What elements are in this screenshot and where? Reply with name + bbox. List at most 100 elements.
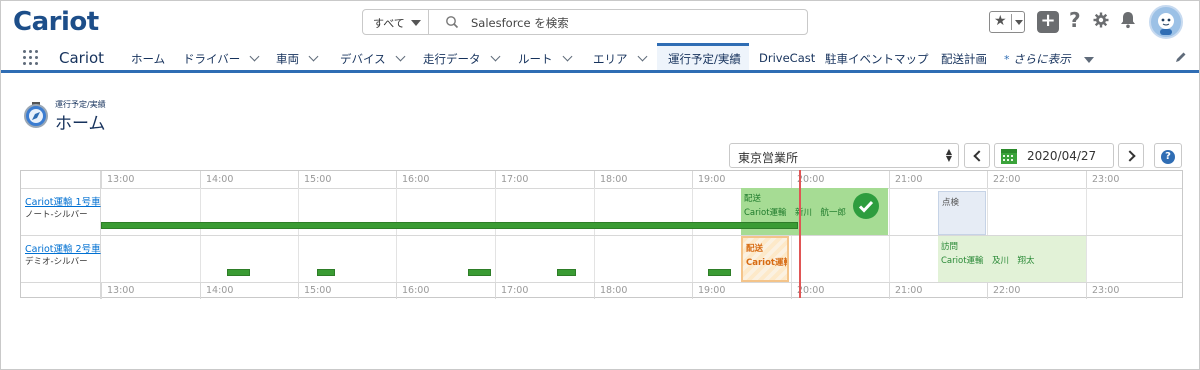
driving-track-bar [317,269,335,276]
more-indicator: * [1004,53,1010,66]
schedule-block-delivery[interactable]: 配送 Cariot運輸 [741,236,789,282]
driving-track-bar [557,269,576,276]
block-detail: Cariot運輸 [746,258,789,268]
global-search[interactable]: すべて Salesforce を検索 [362,9,808,35]
search-input[interactable]: Salesforce を検索 [471,15,569,31]
schedule-block-inspection[interactable]: 点検 [938,191,986,235]
hour-label: 23:00 [1086,171,1182,188]
next-day-button[interactable] [1118,143,1144,168]
header-corner [21,171,101,188]
astro-avatar-icon [1158,13,1174,35]
prev-day-button[interactable] [964,143,990,168]
more-label: さらに表示 [1013,52,1071,66]
vehicle-link[interactable]: Cariot運輸 1号車 [25,194,101,208]
nav-tab-label: 車両 [276,52,299,66]
office-select-value: 東京営業所 [738,151,799,165]
app-window: Cariot すべて Salesforce を検索 ★ + ? Cariot ホ… [0,0,1200,370]
hour-label: 19:00 [692,171,791,188]
nav-tab-areas[interactable]: エリア [593,43,647,70]
hour-label: 18:00 [594,282,692,299]
nav-tab-drivers[interactable]: ドライバー [183,43,260,70]
driving-track-bar [468,269,491,276]
divider [21,188,1182,189]
operation-timeline: 13:00 14:00 15:00 16:00 17:00 18:00 19:0… [20,170,1183,299]
chevron-down-icon[interactable] [637,51,647,62]
global-header: Cariot すべて Salesforce を検索 ★ + ? [1,1,1199,43]
cariot-logo[interactable]: Cariot [13,7,99,37]
hour-header-top: 13:00 14:00 15:00 16:00 17:00 18:00 19:0… [21,171,1182,188]
pencil-icon[interactable] [1175,51,1187,63]
hour-label: 19:00 [692,282,791,299]
nav-tab-drivecast[interactable]: DriveCast [759,43,815,70]
vehicle-link[interactable]: Cariot運輸 2号車 [25,241,101,255]
date-value: 2020/04/27 [1027,149,1097,163]
help-icon[interactable]: ? [1069,8,1081,32]
hour-label: 23:00 [1086,282,1182,299]
caret-down-icon[interactable] [1015,20,1023,25]
nav-tab-vehicles[interactable]: 車両 [276,43,319,70]
nav-tab-home[interactable]: ホーム [131,43,165,70]
nav-tab-routes[interactable]: ルート [518,43,572,70]
driving-track-bar [708,269,731,276]
nav-tab-label: 配送計画 [941,52,987,66]
chevron-down-icon[interactable] [562,51,572,62]
nav-tab-parking-event-map[interactable]: 駐車イベントマップ [825,43,929,70]
calendar-icon[interactable] [1000,147,1018,165]
checkmark-icon [853,193,879,219]
chevron-down-icon[interactable] [308,51,319,62]
nav-tab-label: 駐車イベントマップ [825,52,929,66]
chevron-down-icon[interactable] [395,51,406,62]
chevron-down-icon[interactable] [249,51,260,62]
timeline-help-button[interactable]: ? [1154,143,1182,168]
nav-tab-devices[interactable]: デバイス [340,43,406,70]
app-launcher-icon[interactable] [23,50,39,66]
caret-down-icon [1084,57,1095,63]
hour-label: 16:00 [396,282,495,299]
nav-tab-label: DriveCast [759,51,816,65]
block-title: 点検 [942,198,960,208]
chevron-left-icon [972,150,985,162]
schedule-block-visit[interactable]: 訪問 Cariot運輸 及川 翔太 [938,236,1086,282]
nav-tab-delivery-plan[interactable]: 配送計画 [941,43,987,70]
date-picker[interactable]: 2020/04/27 [994,143,1114,168]
driving-track-bar [227,269,250,276]
hour-label: 15:00 [298,282,396,299]
vehicle-model: デミオ-シルバー [25,257,88,267]
caret-down-icon [411,20,421,26]
hour-label: 22:00 [987,282,1086,299]
search-icon [446,16,459,29]
header-utility-icons: ★ + ? [979,5,1199,39]
star-icon: ★ [994,13,1007,29]
nav-tab-label: 走行データ [423,52,481,66]
header-corner [21,282,101,299]
hour-label: 18:00 [594,171,692,188]
chevron-down-icon[interactable] [490,51,500,62]
updown-arrow-icon: ▲ ▼ [945,147,952,163]
nav-tab-label: デバイス [340,52,386,66]
nav-tab-operation-schedule[interactable]: 運行予定/実績 [657,43,749,70]
hour-label: 13:00 [101,282,200,299]
hour-label: 16:00 [396,171,495,188]
hour-label: 15:00 [298,171,396,188]
hour-label: 22:00 [987,171,1086,188]
global-actions-plus-icon[interactable]: + [1037,11,1059,33]
app-nav-bar: Cariot ホーム ドライバー 車両 デバイス 走行データ ルート エリア 運… [1,43,1199,73]
nav-more-menu[interactable]: * さらに表示 [1004,43,1095,70]
office-select[interactable]: 東京営業所 ▲ ▼ [729,143,959,168]
nav-tab-driving-data[interactable]: 走行データ [423,43,500,70]
vehicle-model: ノート-シルバー [25,210,88,220]
favorites-button[interactable]: ★ [989,11,1025,33]
search-scope-select[interactable]: すべて [363,10,429,34]
vehicle-row-label: Cariot運輸 2号車 デミオ-シルバー [21,235,101,282]
hour-label: 20:00 [791,282,889,299]
driving-track-bar [101,222,798,229]
gear-icon[interactable] [1093,12,1109,28]
user-avatar[interactable] [1149,5,1183,39]
current-time-indicator [799,170,801,298]
hour-label: 21:00 [889,282,987,299]
hour-header-bottom: 13:00 14:00 15:00 16:00 17:00 18:00 19:0… [21,282,1182,299]
bell-icon[interactable] [1120,11,1136,29]
block-title: 配送 [746,244,764,254]
compass-icon [24,102,48,128]
app-name: Cariot [59,49,105,67]
